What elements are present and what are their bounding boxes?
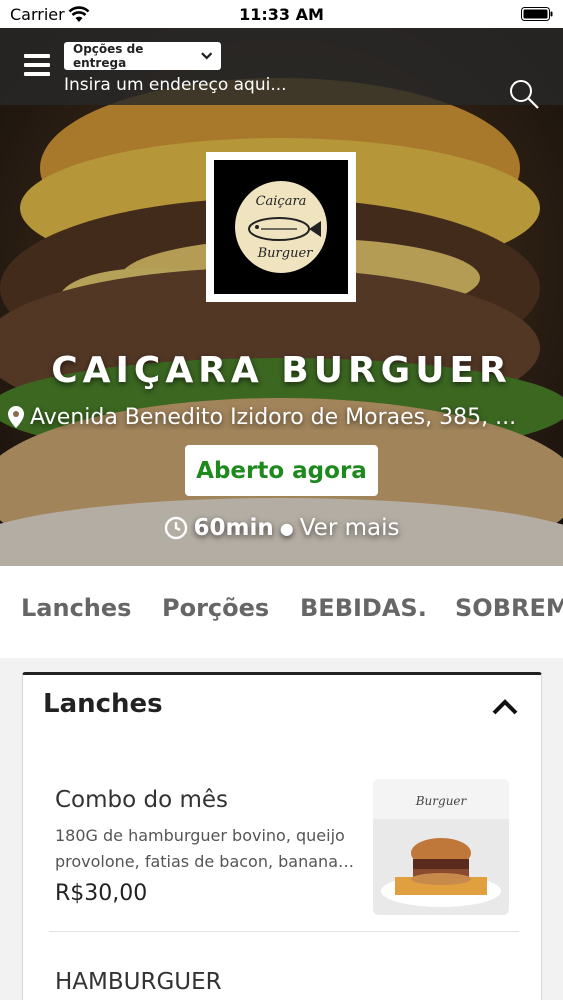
open-status-badge: Aberto agora [185,445,378,496]
top-bar: Opções de entrega [0,28,563,109]
delivery-time: 60min [193,515,274,541]
clock-time: 11:33 AM [239,5,324,24]
clock-icon [164,516,187,540]
address-input[interactable] [64,73,464,97]
hamburger-menu-icon[interactable] [24,54,50,76]
logo-emblem: Caiçara Burguer [235,181,327,273]
item-divider [49,931,519,932]
menu-section-card: Lanches Combo do mês 180G de hamburguer … [22,672,542,1000]
category-tabs: Lanches Porções BEBIDAS. SOBREMESAS [0,566,563,658]
logo-text-top: Caiçara [256,194,307,209]
store-hero: Opções de entrega Caiçara Burguer CAIÇAR… [0,28,563,566]
menu-item-description: 180G de hamburguer bovino, queijo provol… [55,826,354,871]
tab-lanches[interactable]: Lanches [21,594,131,622]
delivery-time-row: 60min ● Ver mais [0,511,563,545]
delivery-options-dropdown[interactable]: Opções de entrega [64,42,221,70]
tab-porcoes[interactable]: Porções [162,594,269,622]
tab-sobremesas[interactable]: SOBREMESAS [455,594,563,622]
photo-caption: Burguer [415,794,468,808]
see-more-link[interactable]: Ver mais [300,515,400,541]
map-pin-icon [8,406,24,428]
menu-item-price: R$30,00 [55,881,148,906]
status-bar: Carrier 11:33 AM [0,0,563,28]
store-address-text: Avenida Benedito Izidoro de Moraes, 385,… [30,404,517,430]
store-logo: Caiçara Burguer [206,152,356,302]
delivery-options-label: Opções de entrega [73,42,144,70]
menu-item[interactable]: Combo do mês 180G de hamburguer bovino, … [51,775,521,931]
logo-text-bottom: Burguer [257,246,314,261]
menu-item-name-2[interactable]: HAMBURGUER [55,969,222,995]
store-name: CAIÇARA BURGUER [51,350,512,391]
separator-dot: ● [279,518,294,538]
search-icon[interactable] [508,78,540,110]
menu-item-name: Combo do mês [55,787,229,813]
section-title: Lanches [43,689,163,719]
store-address: Avenida Benedito Izidoro de Moraes, 385,… [8,402,558,432]
battery-icon [521,7,553,21]
chevron-up-icon[interactable] [491,697,519,717]
tab-bebidas[interactable]: BEBIDAS. [300,594,427,622]
menu-item-photo: Burguer [373,779,509,915]
chevron-down-icon [200,52,212,60]
